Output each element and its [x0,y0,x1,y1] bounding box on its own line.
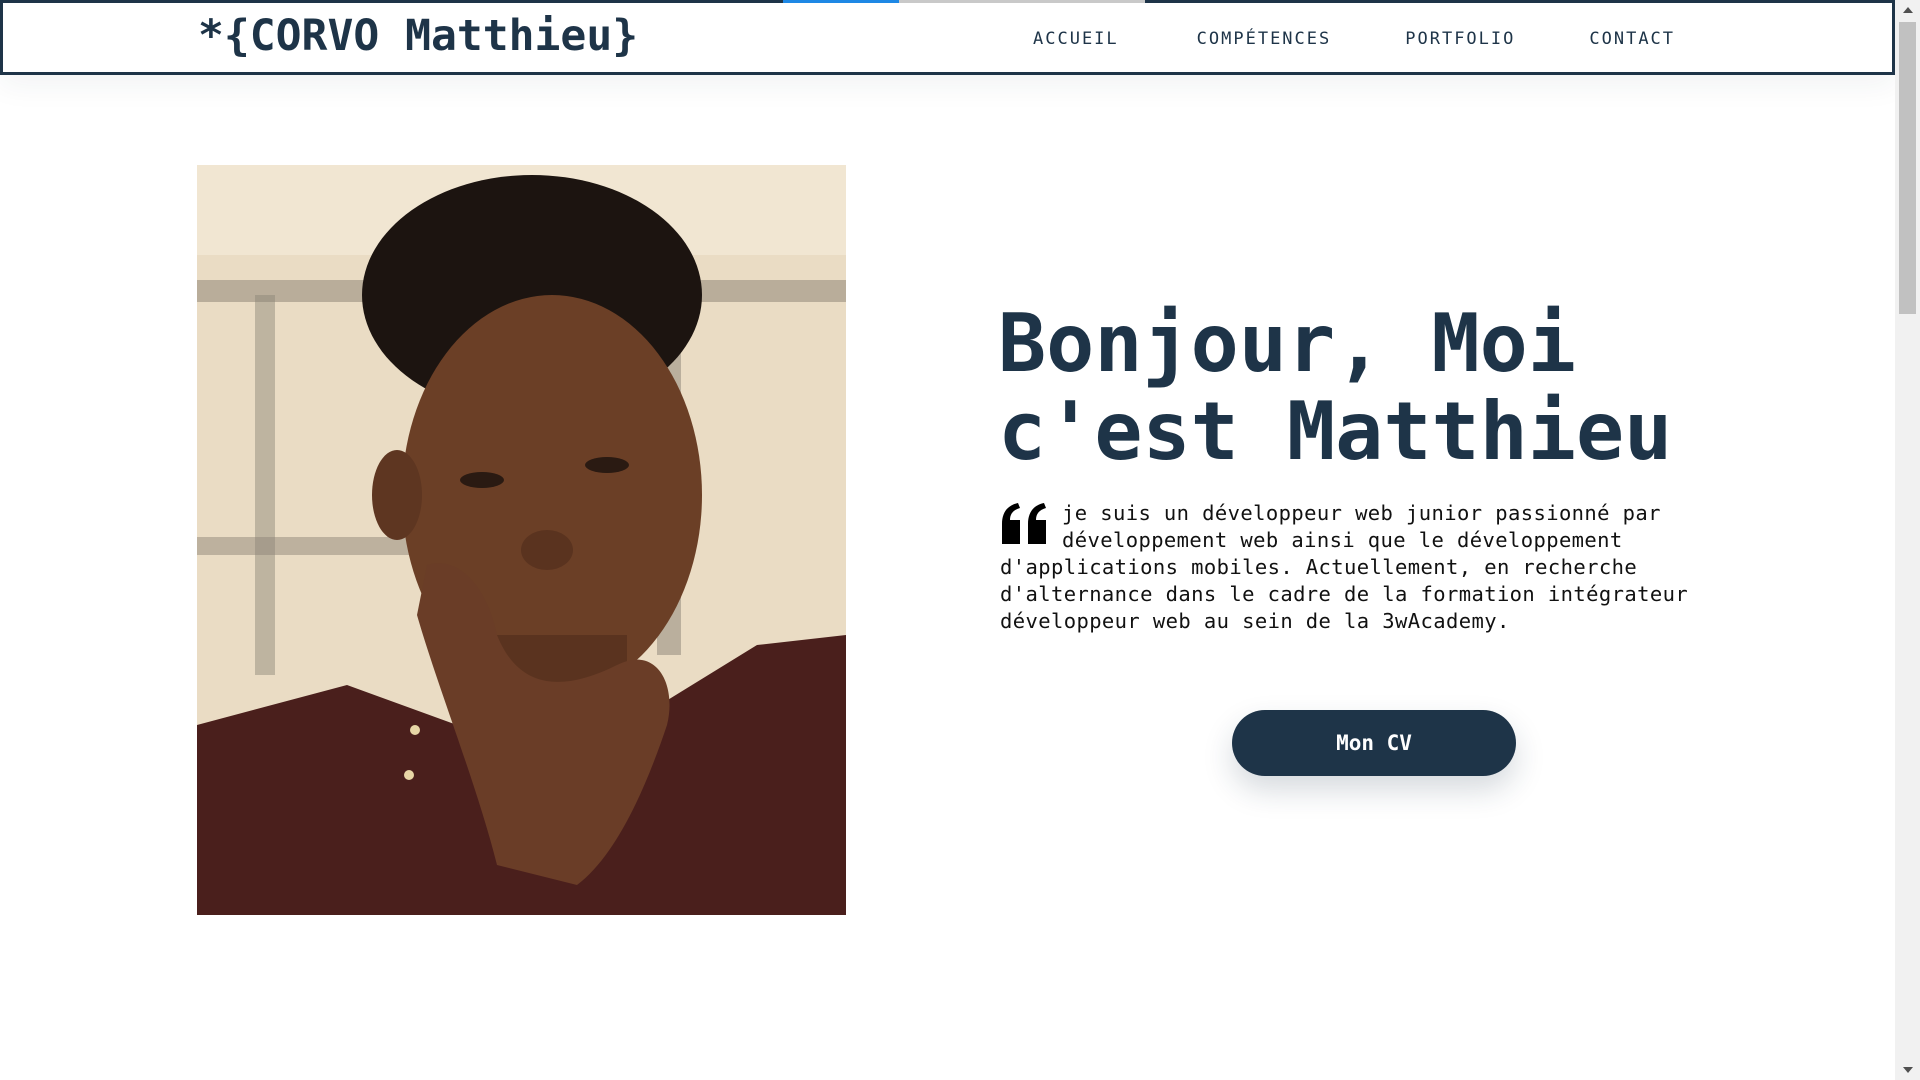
nav-link-portfolio[interactable]: PORTFOLIO [1405,29,1515,49]
nav-link-contact[interactable]: CONTACT [1589,29,1675,49]
hero-headline-line2: c'est Matthieu [998,385,1673,478]
hero-headline: Bonjour, Moi c'est Matthieu [998,300,1718,476]
cv-button[interactable]: Mon CV [1232,710,1516,776]
hero-headline-line1: Bonjour, Moi [998,297,1576,390]
scroll-down-arrow-icon[interactable] [1895,1060,1920,1080]
hero-intro: je suis un développeur web junior passio… [1000,500,1720,635]
profile-photo [197,165,846,915]
main-nav: ACCUEIL COMPÉTENCES PORTFOLIO CONTACT [1033,29,1675,49]
scroll-up-arrow-icon[interactable] [1895,0,1920,20]
hero-intro-text: je suis un développeur web junior passio… [1000,501,1689,633]
nav-link-accueil[interactable]: ACCUEIL [1033,29,1119,49]
scrollbar[interactable] [1895,0,1920,1080]
scroll-progress-fill [783,0,899,3]
scroll-progress-bar [783,0,1145,3]
scrollbar-thumb[interactable] [1899,22,1916,314]
site-header: *{CORVO Matthieu} ACCUEIL COMPÉTENCES PO… [0,0,1895,75]
nav-link-competences[interactable]: COMPÉTENCES [1197,29,1332,49]
site-logo[interactable]: *{CORVO Matthieu} [198,11,638,61]
page: *{CORVO Matthieu} ACCUEIL COMPÉTENCES PO… [0,0,1895,1080]
quote-left-icon [1000,502,1050,550]
